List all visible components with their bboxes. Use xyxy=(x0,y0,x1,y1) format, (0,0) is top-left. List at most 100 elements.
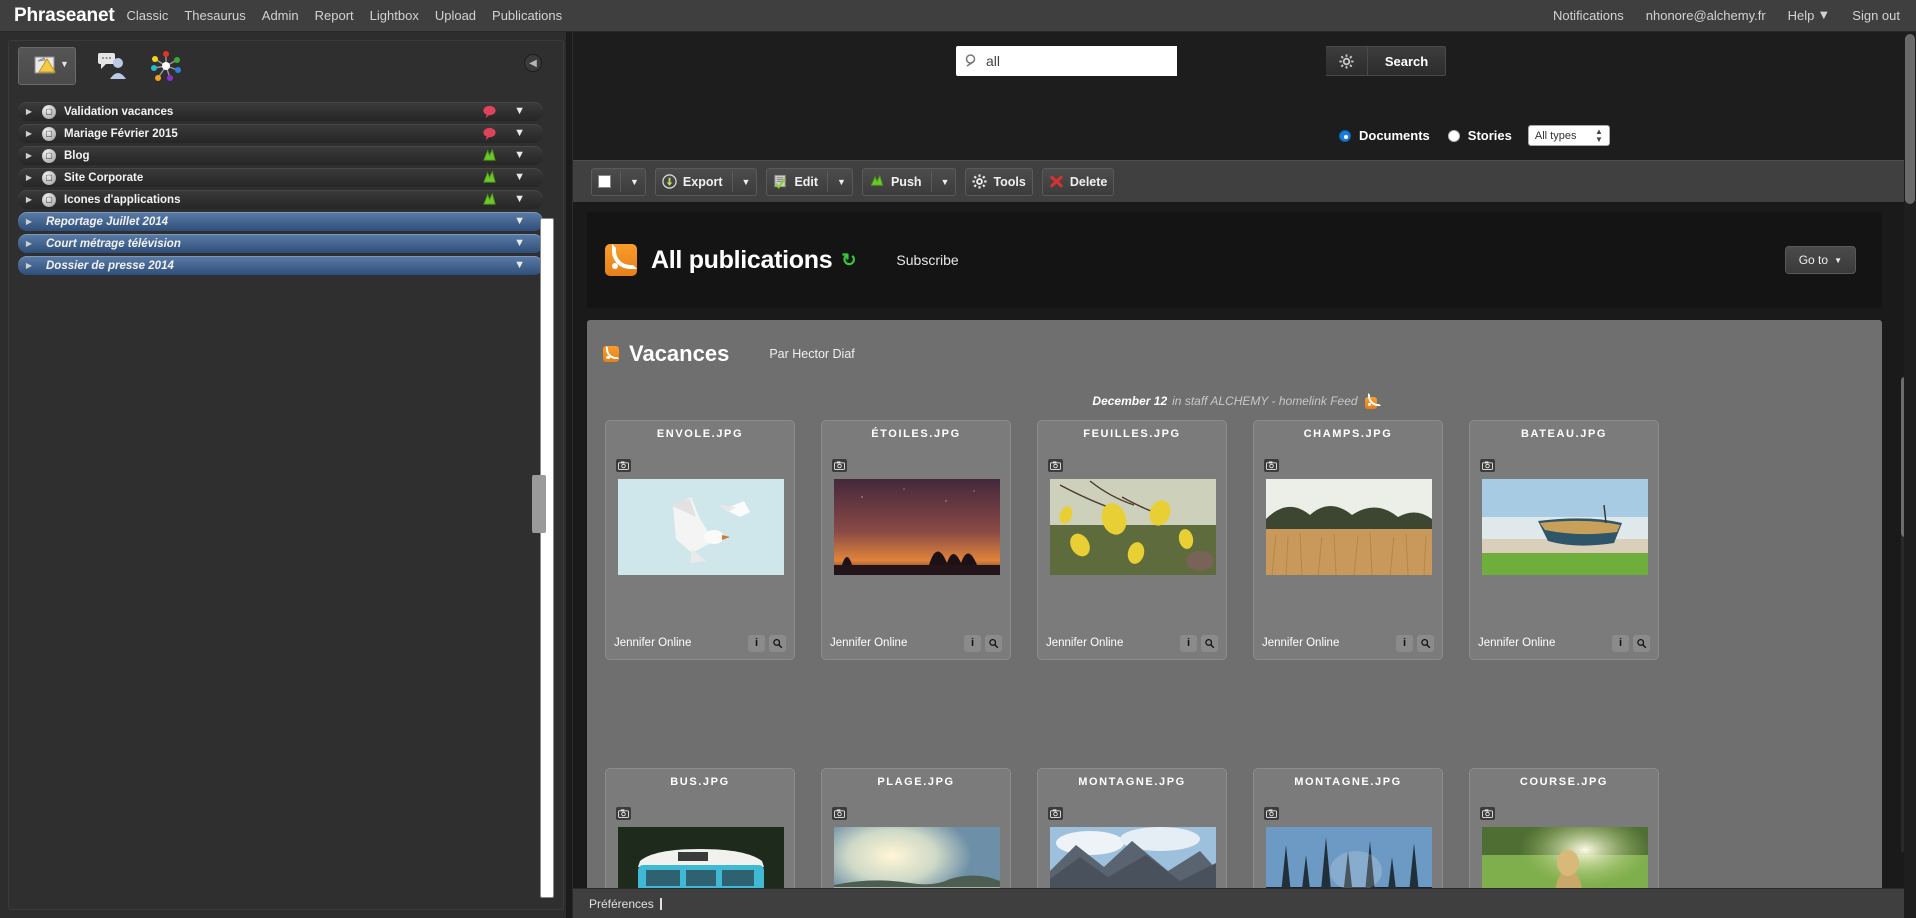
nav-link-admin[interactable]: Admin xyxy=(262,0,299,32)
record-info-button[interactable]: i xyxy=(1396,634,1413,652)
radio-stories[interactable] xyxy=(1447,129,1460,142)
export-label: Export xyxy=(682,174,723,189)
chevron-down-icon[interactable]: ▼ xyxy=(60,59,69,69)
expand-arrow-icon[interactable]: ▶ xyxy=(18,129,40,138)
nav-link-thesaurus[interactable]: Thesaurus xyxy=(184,0,245,32)
record-thumbnail[interactable]: ENVOLE.JPG Jennifer Online i xyxy=(605,420,795,660)
record-thumbnail[interactable]: ÉTOILES.JPG Jennifer Online i xyxy=(821,420,1011,660)
chevron-down-icon[interactable]: ▼ xyxy=(514,105,525,117)
expand-arrow-icon[interactable]: ▶ xyxy=(18,173,40,182)
sidebar-item-1[interactable]: ▶ ▢ Validation vacances ▼ xyxy=(18,102,543,121)
sidebar-item-8[interactable]: ▶ Dossier de presse 2014 ▼ xyxy=(18,256,543,275)
sign-out-link[interactable]: Sign out xyxy=(1852,0,1900,32)
expand-arrow-icon[interactable]: ▶ xyxy=(18,261,40,270)
collapse-sidebar-button[interactable]: ◀ xyxy=(524,54,542,72)
refresh-icon[interactable]: ↻ xyxy=(841,250,856,271)
expand-arrow-icon[interactable]: ▶ xyxy=(18,107,40,116)
record-thumbnail[interactable]: CHAMPS.JPG Jennifer Online i xyxy=(1253,420,1443,660)
record-info-button[interactable]: i xyxy=(748,634,765,652)
chevron-down-icon[interactable]: ▼ xyxy=(514,259,525,271)
nav-link-lightbox[interactable]: Lightbox xyxy=(370,0,419,32)
chevron-down-icon[interactable]: ▼ xyxy=(514,215,525,227)
record-thumbnail[interactable]: FEUILLES.JPG Jennifer Online i xyxy=(1037,420,1227,660)
go-to-button[interactable]: Go to ▼ xyxy=(1784,246,1856,274)
chevron-down-icon[interactable]: ▼ xyxy=(514,193,525,205)
record-preview-image[interactable] xyxy=(1050,826,1216,888)
record-preview-button[interactable] xyxy=(985,634,1002,652)
record-info-button[interactable]: i xyxy=(964,634,981,652)
search-input[interactable] xyxy=(956,46,1177,76)
nav-link-report[interactable]: Report xyxy=(315,0,354,32)
page-scrollbar-track[interactable] xyxy=(1904,32,1916,918)
panel-divider[interactable] xyxy=(566,32,572,918)
page-scrollbar-thumb[interactable] xyxy=(1905,34,1915,204)
expand-arrow-icon[interactable]: ▶ xyxy=(18,217,40,226)
sidebar-item-5[interactable]: ▶ ▢ Icones d'applications ▼ xyxy=(18,190,543,209)
record-thumbnail[interactable]: MONTAGNE.JPG Jennifer Onlinei xyxy=(1037,767,1227,888)
radio-documents[interactable] xyxy=(1339,129,1351,142)
record-preview-image[interactable] xyxy=(1266,826,1432,888)
preferences-link[interactable]: Préférences xyxy=(589,897,654,911)
record-preview-image[interactable] xyxy=(1050,479,1216,575)
radio-documents-label: Documents xyxy=(1359,128,1430,143)
radio-stories-label: Stories xyxy=(1467,128,1512,143)
chevron-down-icon[interactable]: ▼ xyxy=(742,177,751,187)
record-preview-image[interactable] xyxy=(834,826,1000,888)
sidebar-scrollbar-thumb[interactable] xyxy=(532,475,546,533)
select-all-group[interactable]: ▼ xyxy=(591,167,646,196)
record-preview-image[interactable] xyxy=(618,479,784,575)
tools-button[interactable]: Tools xyxy=(965,167,1033,196)
export-button[interactable]: Export ▼ xyxy=(654,167,758,196)
chevron-down-icon[interactable]: ▼ xyxy=(837,177,846,187)
record-preview-image[interactable] xyxy=(834,479,1000,575)
nav-link-upload[interactable]: Upload xyxy=(435,0,476,32)
chevron-down-icon[interactable]: ▼ xyxy=(941,177,950,187)
record-preview-image[interactable] xyxy=(618,826,784,888)
sidebar-scrollbar-track[interactable] xyxy=(532,218,554,898)
record-info-button[interactable]: i xyxy=(1612,634,1629,652)
delete-button[interactable]: Delete xyxy=(1041,167,1115,196)
record-preview-button[interactable] xyxy=(1417,634,1434,652)
notifications-link[interactable]: Notifications xyxy=(1553,0,1624,32)
chevron-down-icon[interactable]: ▼ xyxy=(630,177,639,187)
record-preview-button[interactable] xyxy=(1201,634,1218,652)
sidebar-item-6[interactable]: ▶ Reportage Juillet 2014 ▼ xyxy=(18,212,543,231)
record-thumbnail[interactable]: BUS.JPG Jennifer Onlinei xyxy=(605,767,795,888)
select-all-checkbox[interactable] xyxy=(598,175,611,188)
app-logo[interactable]: Phraseanet xyxy=(0,0,126,32)
record-preview-image[interactable] xyxy=(1482,826,1648,888)
chevron-down-icon[interactable]: ▼ xyxy=(514,171,525,183)
record-info-button[interactable]: i xyxy=(1180,634,1197,652)
user-account-link[interactable]: nhonore@alchemy.fr xyxy=(1646,0,1766,32)
chat-user-icon[interactable] xyxy=(96,50,132,82)
record-thumbnail[interactable]: BATEAU.JPG Jennifer Online i xyxy=(1469,420,1659,660)
sidebar-item-2[interactable]: ▶ ▢ Mariage Février 2015 ▼ xyxy=(18,124,543,143)
chevron-down-icon[interactable]: ▼ xyxy=(514,127,525,139)
record-thumbnail[interactable]: PLAGE.JPG Jennifer Onlinei xyxy=(821,767,1011,888)
record-preview-button[interactable] xyxy=(769,634,786,652)
record-preview-button[interactable] xyxy=(1633,634,1650,652)
sidebar-item-4[interactable]: ▶ ▢ Site Corporate ▼ xyxy=(18,168,543,187)
subscribe-link[interactable]: Subscribe xyxy=(896,252,958,268)
help-menu[interactable]: Help ▼ xyxy=(1788,0,1831,32)
record-preview-image[interactable] xyxy=(1266,479,1432,575)
nav-link-classic[interactable]: Classic xyxy=(126,0,168,32)
sidebar-item-7[interactable]: ▶ Court métrage télévision ▼ xyxy=(18,234,543,253)
push-button[interactable]: Push ▼ xyxy=(861,167,957,196)
expand-arrow-icon[interactable]: ▶ xyxy=(18,195,40,204)
record-thumbnail[interactable]: COURSE.JPG Jennifer Onlinei xyxy=(1469,767,1659,888)
chevron-down-icon[interactable]: ▼ xyxy=(514,149,525,161)
record-preview-image[interactable] xyxy=(1482,479,1648,575)
expand-arrow-icon[interactable]: ▶ xyxy=(18,239,40,248)
type-select[interactable]: All types ▲ ▼ xyxy=(1527,125,1610,146)
expand-arrow-icon[interactable]: ▶ xyxy=(18,151,40,160)
search-settings-button[interactable] xyxy=(1326,46,1368,76)
chevron-down-icon[interactable]: ▼ xyxy=(514,237,525,249)
network-icon[interactable] xyxy=(148,50,184,82)
divider xyxy=(731,171,733,192)
edit-button[interactable]: Edit ▼ xyxy=(766,167,853,196)
nav-link-publications[interactable]: Publications xyxy=(492,0,562,32)
search-button[interactable]: Search xyxy=(1368,46,1446,76)
record-thumbnail[interactable]: MONTAGNE.JPG Jennifer Onlinei xyxy=(1253,767,1443,888)
sidebar-item-3[interactable]: ▶ ▢ Blog ▼ xyxy=(18,146,543,165)
